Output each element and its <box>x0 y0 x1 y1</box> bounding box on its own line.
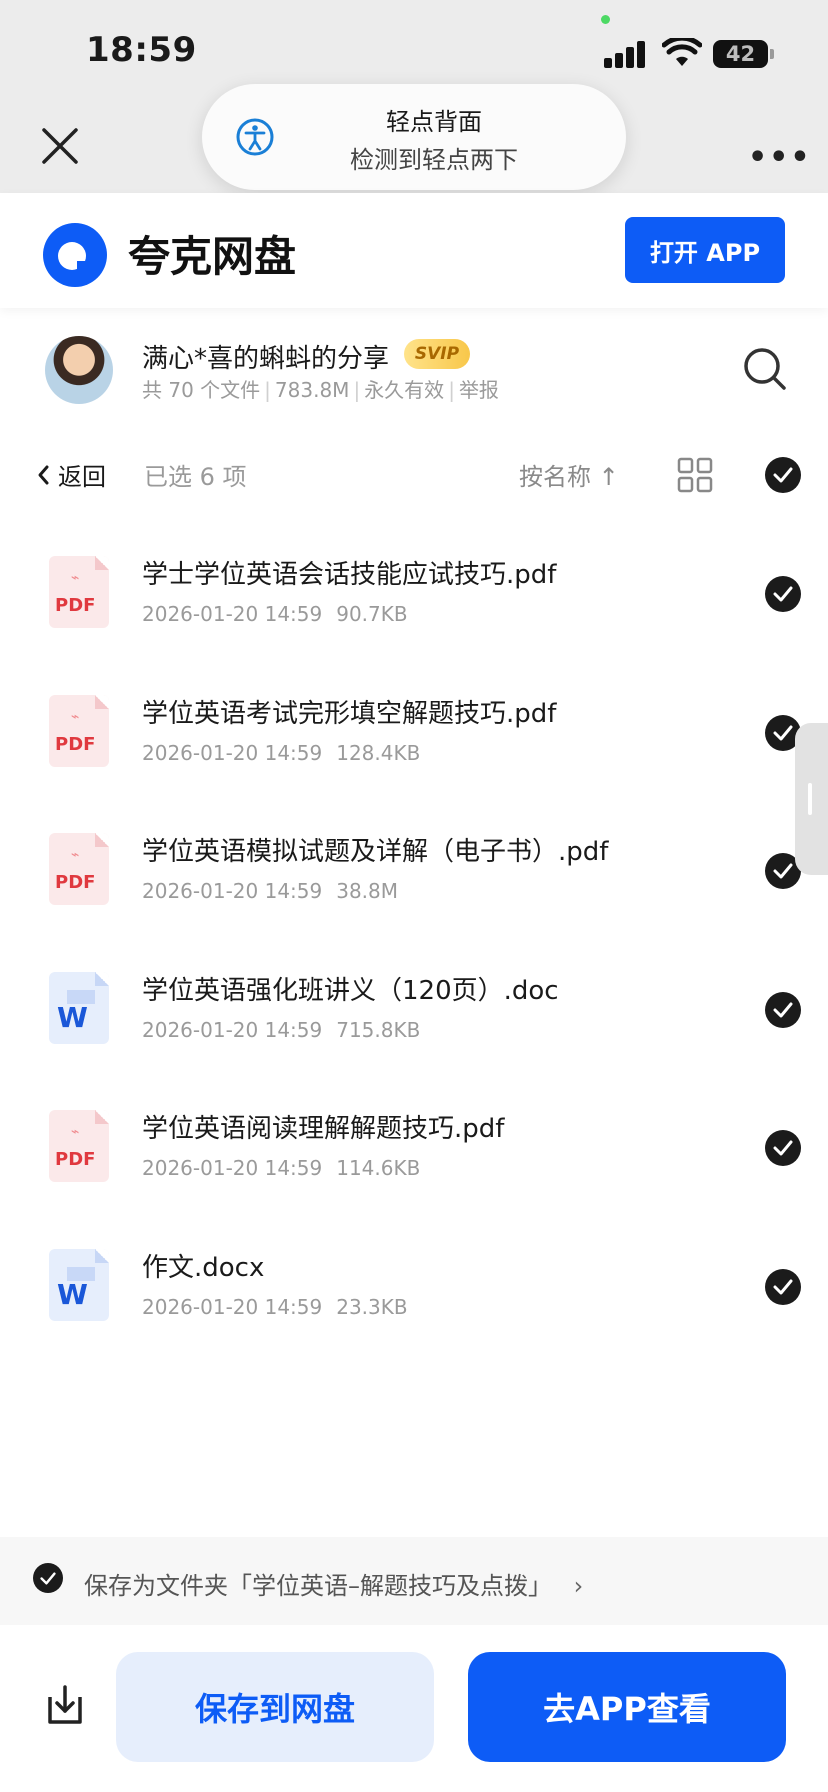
checkmark-icon <box>773 467 793 483</box>
file-row[interactable]: ⌁ PDF 学士学位英语会话技能应试技巧.pdf 2026-01-20 14:59 90… <box>0 528 828 666</box>
file-date: 2026-01-20 14:59 <box>142 602 323 626</box>
view-in-app-button[interactable]: 去APP查看 <box>468 1652 786 1762</box>
file-size: 715.8KB <box>336 1017 421 1042</box>
file-name: 学士学位英语会话技能应试技巧.pdf <box>142 560 557 590</box>
file-meta: 2026-01-20 14:59 90.7KB <box>142 602 408 626</box>
close-icon[interactable] <box>38 124 82 168</box>
more-options-icon[interactable]: ••• <box>748 140 812 175</box>
file-name: 学位英语强化班讲义（120页）.doc <box>142 975 559 1006</box>
open-app-button[interactable]: 打开 APP <box>625 217 785 283</box>
wifi-icon <box>662 38 702 66</box>
avatar[interactable] <box>45 336 113 404</box>
back-button[interactable]: 返回 <box>36 457 106 492</box>
checkmark-icon <box>773 586 793 602</box>
bottom-action-bar: 保存到网盘 去APP查看 <box>0 1625 828 1792</box>
file-meta: 2026-01-20 14:59 114.6KB <box>142 1156 420 1180</box>
search-icon[interactable] <box>741 345 787 391</box>
file-row[interactable]: ⌁ PDF 学位英语考试完形填空解题技巧.pdf 2026-01-20 14:59 12… <box>0 667 828 805</box>
chevron-right-icon: › <box>573 1572 584 1600</box>
file-meta: 2026-01-20 14:59 128.4KB <box>142 741 420 765</box>
folder-name-text: 保存为文件夹「学位英语–解题技巧及点拨」 <box>84 1572 552 1600</box>
share-meta: 共 70 个文件 | 783.8M | 永久有效 | 举报 <box>142 378 499 402</box>
file-size: 38.8M <box>336 879 399 903</box>
file-row[interactable]: W 学位英语强化班讲义（120页）.doc 2026-01-20 14:59 715.… <box>0 944 828 1082</box>
file-name: 学位英语阅读理解解题技巧.pdf <box>142 1114 505 1144</box>
file-date: 2026-01-20 14:59 <box>142 740 323 765</box>
file-size: 114.6KB <box>336 1156 421 1180</box>
file-row[interactable]: ⌁ PDF 学位英语模拟试题及详解（电子书）.pdf 2026-01-20 14:59… <box>0 805 828 943</box>
app-header: 夸克网盘 打开 APP <box>0 193 828 308</box>
file-checkbox[interactable] <box>765 1130 801 1166</box>
save-as-folder-checkbox[interactable] <box>33 1563 63 1593</box>
save-as-folder-label: 保存为文件夹「学位英语–解题技巧及点拨」 › <box>84 1566 583 1601</box>
save-to-drive-button[interactable]: 保存到网盘 <box>116 1652 434 1762</box>
chevron-left-icon <box>38 465 49 484</box>
svip-badge: SVIP <box>404 339 470 369</box>
file-count: 共 70 个文件 <box>142 378 261 402</box>
total-size: 783.8M <box>274 378 350 402</box>
app-name: 夸克网盘 <box>128 232 297 281</box>
checkmark-icon <box>773 1140 793 1156</box>
report-link[interactable]: 举报 <box>459 378 499 402</box>
file-row[interactable]: W 作文.docx 2026-01-20 14:59 23.3KB <box>0 1221 828 1359</box>
file-date: 2026-01-20 14:59 <box>142 879 323 903</box>
word-file-icon: W <box>49 1248 109 1321</box>
notification-subtitle: 检测到轻点两下 <box>350 146 518 174</box>
sort-by-name-button[interactable]: 按名称 ↑ <box>519 457 619 492</box>
file-size: 90.7KB <box>336 602 408 626</box>
sharer-name: 满心*喜的蝌蚪的分享 <box>142 344 390 374</box>
cellular-signal-icon <box>604 40 648 68</box>
selected-count: 已选 6 项 <box>144 463 247 491</box>
save-as-folder-option[interactable]: 保存为文件夹「学位英语–解题技巧及点拨」 › <box>0 1537 828 1625</box>
validity: 永久有效 <box>364 378 445 402</box>
file-size: 23.3KB <box>336 1294 408 1319</box>
file-date: 2026-01-20 14:59 <box>142 1156 323 1180</box>
file-checkbox[interactable] <box>765 991 801 1028</box>
file-size: 128.4KB <box>336 740 421 765</box>
notification-title: 轻点背面 <box>386 108 482 136</box>
checkmark-icon <box>773 725 793 740</box>
file-name: 学位英语考试完形填空解题技巧.pdf <box>142 698 557 729</box>
checkmark-icon <box>773 863 793 879</box>
word-file-icon: W <box>49 971 109 1044</box>
pdf-file-icon: ⌁ PDF <box>49 556 109 628</box>
pdf-file-icon: ⌁ PDF <box>49 694 109 767</box>
file-checkbox[interactable] <box>765 1268 801 1305</box>
file-checkbox[interactable] <box>765 576 801 612</box>
file-meta: 2026-01-20 14:59 38.8M <box>142 879 398 903</box>
file-date: 2026-01-20 14:59 <box>142 1294 323 1319</box>
file-name: 作文.docx <box>142 1252 265 1283</box>
checkmark-icon <box>773 1002 793 1017</box>
status-time: 18:59 <box>86 30 197 70</box>
file-meta: 2026-01-20 14:59 715.8KB <box>142 1018 420 1042</box>
select-all-checkbox[interactable] <box>765 457 801 493</box>
scroll-handle[interactable] <box>795 723 828 875</box>
file-date: 2026-01-20 14:59 <box>142 1017 323 1042</box>
privacy-indicator <box>601 15 610 24</box>
back-tap-notification: 轻点背面 检测到轻点两下 <box>202 84 626 190</box>
checkmark-icon <box>773 1279 793 1294</box>
back-label: 返回 <box>58 463 106 491</box>
grid-view-icon[interactable] <box>677 457 713 493</box>
download-icon[interactable] <box>44 1683 86 1727</box>
quark-logo-icon <box>43 223 107 287</box>
file-meta: 2026-01-20 14:59 23.3KB <box>142 1295 408 1319</box>
pdf-file-icon: ⌁ PDF <box>49 1110 109 1182</box>
file-row[interactable]: ⌁ PDF 学位英语阅读理解解题技巧.pdf 2026-01-20 14:59 114.… <box>0 1082 828 1220</box>
checkmark-icon <box>40 1571 56 1584</box>
pdf-file-icon: ⌁ PDF <box>49 833 109 905</box>
file-name: 学位英语模拟试题及详解（电子书）.pdf <box>142 837 609 867</box>
battery-icon: 42 <box>713 40 774 68</box>
